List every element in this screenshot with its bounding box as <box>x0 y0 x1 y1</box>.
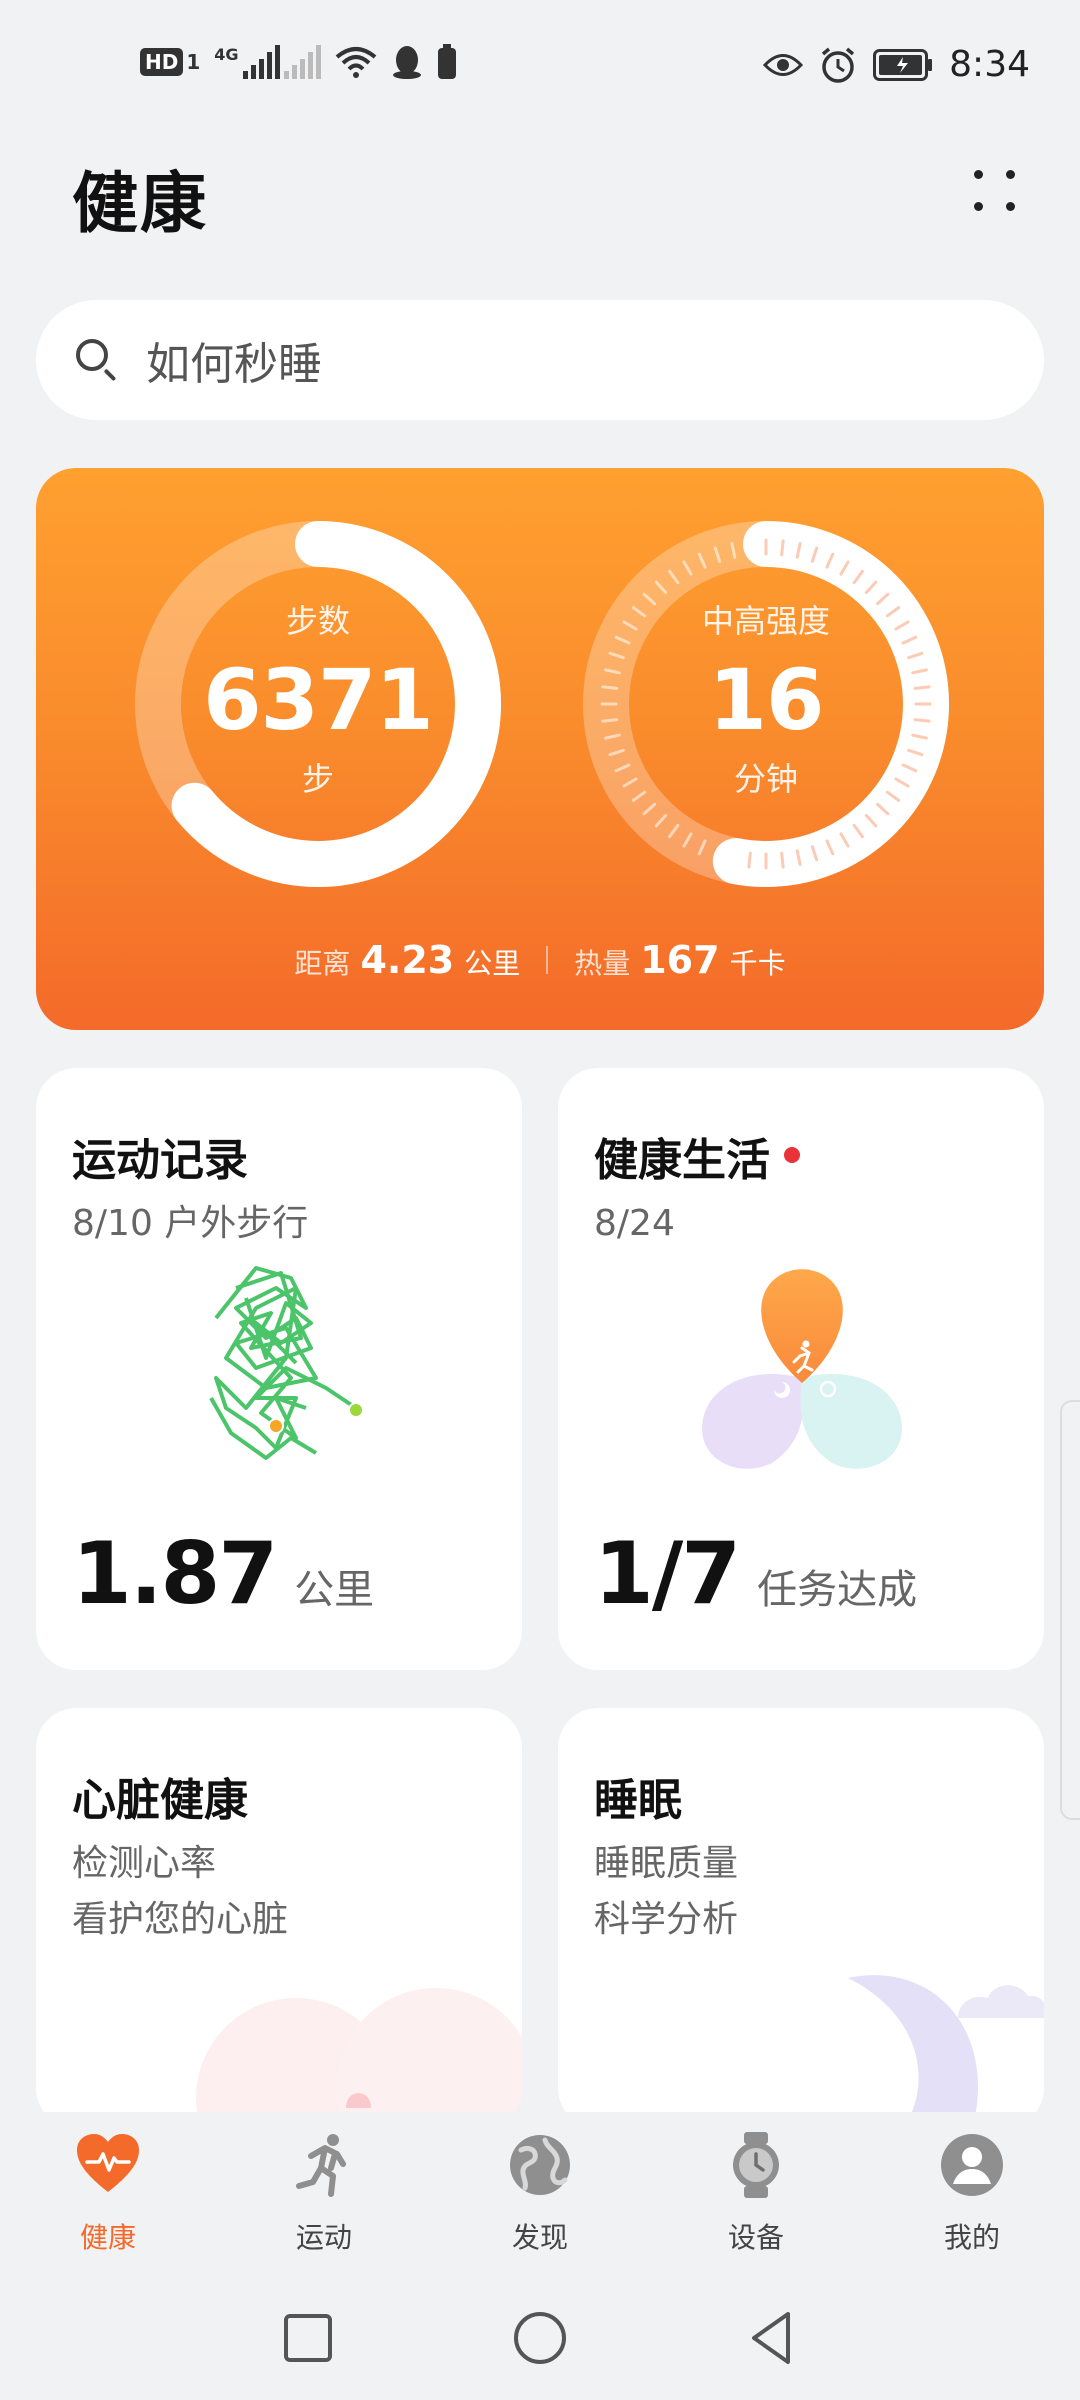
distance-label: 距离 <box>294 947 351 980</box>
wifi-icon <box>335 47 376 78</box>
distance-unit: 公里 <box>464 947 521 980</box>
intensity-label: 中高强度 <box>701 602 830 640</box>
distance-number: 1.87 <box>72 1524 278 1624</box>
page-title: 健康 <box>72 165 208 242</box>
tasks-number: 1/7 <box>594 1524 741 1624</box>
tab-label: 设备 <box>727 2221 784 2254</box>
bottom-navigation: 健康 运动 发现 设备 我的 <box>0 2112 1080 2272</box>
exercise-distance: 1.87 公里 <box>72 1524 374 1624</box>
status-right-icons: 8:34 <box>763 44 1030 85</box>
tab-exercise[interactable]: 运动 <box>244 2132 404 2256</box>
tick-mark <box>747 851 752 869</box>
intensity-metric: 中高强度 16 分钟 <box>636 596 896 800</box>
system-navigation <box>0 2272 1080 2400</box>
card-title: 睡眠 <box>594 1775 682 1826</box>
notification-dot <box>784 1147 800 1163</box>
alarm-icon <box>822 47 855 83</box>
calories-value: 167 <box>640 938 720 982</box>
clock: 8:34 <box>949 44 1030 85</box>
more-options-button[interactable] <box>962 160 1026 224</box>
tab-label: 健康 <box>79 2221 136 2254</box>
tasks-unit: 任务达成 <box>757 1567 918 1613</box>
card-title: 运动记录 <box>72 1135 248 1186</box>
moon-decoration-icon <box>848 1975 1044 2128</box>
sleep-card[interactable]: 睡眠 睡眠质量 科学分析 <box>558 1708 1044 2128</box>
heart-icon <box>77 2134 139 2192</box>
qq-icon <box>392 46 421 79</box>
battery-small-icon <box>437 44 456 79</box>
card-subtitle: 检测心率 看护您的心脏 <box>72 1843 289 1940</box>
eye-icon <box>763 53 804 76</box>
profile-icon <box>941 2134 1003 2196</box>
tab-discover[interactable]: 发现 <box>460 2132 620 2256</box>
status-bar: HD 1 4G 8:34 <box>0 0 1080 130</box>
card-subtitle: 睡眠质量 科学分析 <box>594 1843 739 1940</box>
calories-unit: 千卡 <box>729 947 786 980</box>
tick-mark <box>913 685 931 690</box>
activity-summary-row: 距离 4.23 公里 热量 167 千卡 <box>36 938 1044 982</box>
heart-health-card[interactable]: 心脏健康 检测心率 看护您的心脏 <box>36 1708 522 2128</box>
watch-icon <box>733 2132 779 2198</box>
search-icon <box>74 337 120 383</box>
tick-mark <box>780 539 785 557</box>
edge-scroll-indicator <box>1060 1400 1080 1820</box>
tab-me[interactable]: 我的 <box>892 2132 1052 2256</box>
calories-label: 热量 <box>574 947 631 980</box>
tick-mark <box>913 718 931 723</box>
route-map-icon <box>209 1266 364 1460</box>
battery-icon <box>873 48 933 81</box>
tab-label: 我的 <box>943 2221 1000 2254</box>
more-dots-icon <box>974 170 983 179</box>
steps-value: 6371 <box>203 651 434 749</box>
healthy-life-card[interactable]: 健康生活 8/24 1/7 任务达成 <box>558 1068 1044 1670</box>
clover-icon <box>702 1269 902 1469</box>
distance-value: 4.23 <box>360 938 455 982</box>
card-title: 健康生活 <box>594 1124 800 1188</box>
distance-unit: 公里 <box>294 1567 375 1613</box>
divider <box>546 946 549 974</box>
tick-mark <box>601 718 619 723</box>
running-icon <box>296 2134 346 2197</box>
intensity-value: 16 <box>708 651 825 749</box>
globe-icon <box>510 2135 570 2195</box>
heart-decoration-icon <box>196 1988 522 2128</box>
card-subtitle: 8/24 <box>594 1203 675 1244</box>
card-title: 心脏健康 <box>72 1775 248 1826</box>
search-placeholder: 如何秒睡 <box>146 339 322 390</box>
steps-metric: 步数 6371 步 <box>188 596 448 800</box>
back-icon[interactable] <box>742 2308 802 2368</box>
search-bar[interactable]: 如何秒睡 <box>36 300 1044 420</box>
hd-icon: HD 1 <box>140 48 200 76</box>
exercise-record-card[interactable]: 运动记录 8/10 户外步行 1.87 公里 <box>36 1068 522 1670</box>
tick-mark <box>601 685 619 690</box>
card-subtitle: 8/10 户外步行 <box>72 1203 309 1244</box>
tab-devices[interactable]: 设备 <box>676 2132 836 2256</box>
home-icon[interactable] <box>510 2308 570 2368</box>
healthy-life-progress: 1/7 任务达成 <box>594 1524 917 1624</box>
intensity-unit: 分钟 <box>733 760 798 798</box>
steps-label: 步数 <box>285 602 350 640</box>
activity-summary-card[interactable]: 步数 6371 步 中高强度 16 分钟 距离 4.23 公里 热量 167 千… <box>36 468 1044 1030</box>
tick-mark <box>780 851 785 869</box>
tab-label: 发现 <box>511 2221 568 2254</box>
status-left-icons: HD 1 4G <box>140 44 457 80</box>
recent-apps-icon[interactable] <box>278 2308 338 2368</box>
tab-label: 运动 <box>295 2221 352 2254</box>
signal-icon: 4G <box>214 45 321 79</box>
tab-health[interactable]: 健康 <box>28 2132 188 2256</box>
steps-unit: 步 <box>301 760 334 798</box>
